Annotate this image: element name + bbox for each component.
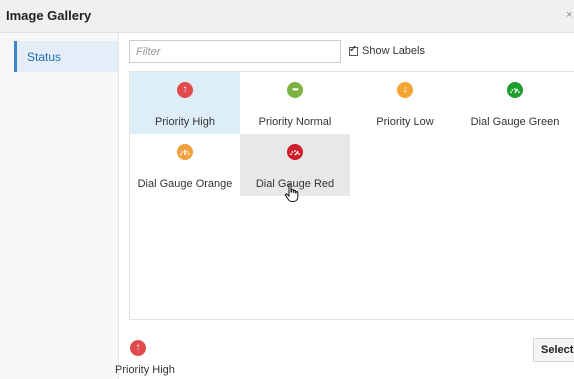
- close-icon[interactable]: ×: [566, 9, 572, 21]
- sidebar-item-label: Status: [27, 50, 62, 64]
- selected-image-label: Priority High: [115, 364, 175, 376]
- show-labels-label: Show Labels: [362, 45, 425, 57]
- show-labels-checkbox[interactable]: Show Labels: [349, 44, 425, 57]
- dialog-header: Image Gallery ×: [0, 0, 574, 33]
- gallery-item-dial-gauge-orange[interactable]: Dial Gauge Orange: [130, 134, 240, 196]
- select-button[interactable]: Select: [533, 338, 574, 362]
- dial-gauge-icon: [177, 144, 193, 160]
- sidebar-item-status[interactable]: Status: [14, 41, 118, 72]
- ellipsis-circle-icon: •••: [287, 82, 303, 98]
- dial-gauge-icon: [287, 144, 303, 160]
- dialog-title: Image Gallery: [6, 8, 92, 23]
- arrow-up-circle-icon: ↑: [177, 82, 193, 98]
- arrow-down-circle-icon: ↓: [397, 82, 413, 98]
- dial-gauge-icon: [507, 82, 523, 98]
- filter-input[interactable]: [129, 40, 341, 63]
- hand-pointer-icon: [284, 183, 300, 206]
- gallery-item-label: Priority Normal: [258, 116, 332, 128]
- image-gallery-grid: ↑ Priority High ••• Priority Normal ↓ Pr…: [129, 71, 574, 320]
- gallery-item-priority-normal[interactable]: ••• Priority Normal: [240, 72, 350, 134]
- gallery-item-dial-gauge-green[interactable]: Dial Gauge Green: [460, 72, 570, 134]
- gallery-item-label: Priority Low: [376, 116, 434, 128]
- gallery-item-priority-low[interactable]: ↓ Priority Low: [350, 72, 460, 134]
- arrow-up-circle-icon: ↑: [130, 340, 146, 356]
- checkbox-checked-icon[interactable]: [349, 44, 358, 56]
- gallery-item-label: Priority High: [155, 116, 215, 128]
- gallery-item-label: Dial Gauge Green: [470, 116, 560, 128]
- sidebar: Status: [0, 33, 119, 379]
- gallery-item-priority-high[interactable]: ↑ Priority High: [130, 72, 240, 134]
- gallery-item-label: Dial Gauge Orange: [137, 178, 233, 190]
